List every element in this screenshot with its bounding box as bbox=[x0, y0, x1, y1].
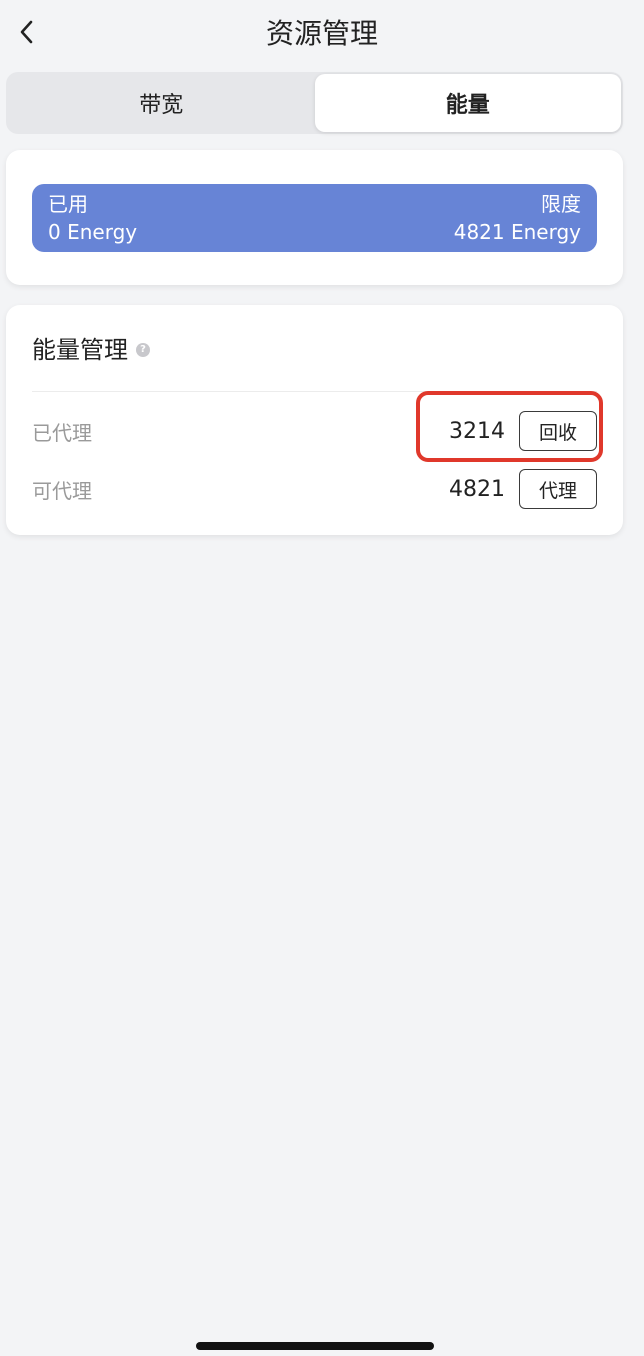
delegated-label: 已代理 bbox=[32, 420, 92, 445]
delegate-button[interactable]: 代理 bbox=[519, 469, 597, 509]
tab-bandwidth[interactable]: 带宽 bbox=[8, 74, 315, 132]
usage-labels: 已用 限度 bbox=[48, 190, 581, 218]
home-indicator bbox=[196, 1342, 434, 1350]
divider bbox=[32, 391, 597, 392]
available-label: 可代理 bbox=[32, 478, 92, 503]
page-title: 资源管理 bbox=[265, 17, 378, 50]
available-value: 4821 bbox=[449, 476, 505, 502]
energy-management-card: 能量管理 ? 已代理 3214 回收 可代理 4821 代理 bbox=[6, 305, 623, 535]
used-value: 0 Energy bbox=[48, 220, 138, 244]
reclaim-button[interactable]: 回收 bbox=[519, 411, 597, 451]
used-label: 已用 bbox=[48, 192, 88, 216]
limit-value: 4821 Energy bbox=[453, 220, 581, 244]
tab-energy[interactable]: 能量 bbox=[314, 74, 621, 132]
energy-usage-bar: 已用 限度 0 Energy 4821 Energy bbox=[32, 184, 597, 252]
usage-card: 已用 限度 0 Energy 4821 Energy bbox=[6, 150, 623, 285]
question-circle-icon[interactable]: ? bbox=[136, 343, 150, 357]
header: 资源管理 bbox=[0, 0, 644, 70]
section-title: 能量管理 ? bbox=[32, 333, 150, 367]
usage-values: 0 Energy 4821 Energy bbox=[48, 218, 581, 246]
available-row: 可代理 4821 代理 bbox=[32, 467, 597, 511]
delegated-row: 已代理 3214 回收 bbox=[32, 409, 597, 453]
resource-tabs: 带宽 能量 bbox=[6, 72, 623, 134]
limit-label: 限度 bbox=[541, 192, 581, 216]
section-title-text: 能量管理 bbox=[32, 336, 128, 364]
delegated-value: 3214 bbox=[449, 418, 505, 444]
